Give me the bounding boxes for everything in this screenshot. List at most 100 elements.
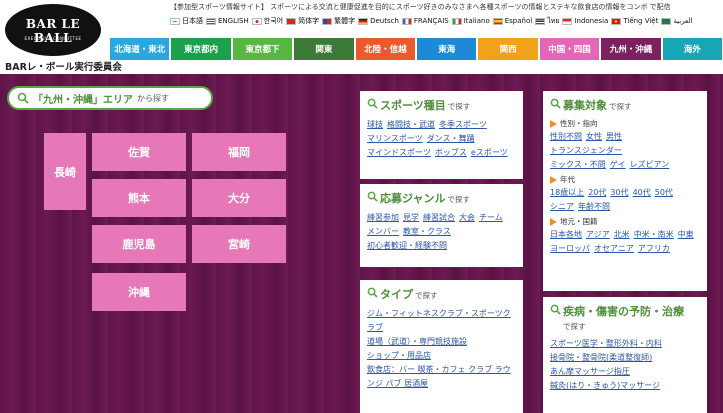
lang-italian[interactable]: Italiano — [451, 15, 490, 27]
flag-icon — [251, 17, 262, 25]
sports-link[interactable]: ダンス・舞踊 — [427, 134, 475, 143]
sports-links: 球技 格闘技・武道 冬季スポーツ マリンスポーツ ダンス・舞踊 マインドスポーツ ボッブ… — [367, 118, 516, 160]
region-tab-kanto[interactable]: 関東 — [294, 38, 354, 60]
sports-link[interactable]: 球技 — [367, 120, 383, 129]
lang-vietnamese[interactable]: Tiếng Việt — [611, 15, 658, 27]
target-link[interactable]: アジア — [586, 230, 610, 239]
target-link[interactable]: ゲイ — [610, 160, 626, 169]
genre-link[interactable]: メンバー — [367, 227, 399, 236]
card-title-highlight: スポーツ種目 — [380, 99, 446, 112]
illness-link[interactable]: スポーツ医学・整形外科・内科 — [550, 339, 662, 348]
region-tab-tokai[interactable]: 東海 — [417, 38, 477, 60]
subheading-label: 地元・国籍 — [560, 217, 598, 226]
pref-button-fukuoka[interactable]: 福岡 — [192, 133, 286, 171]
genre-link[interactable]: 練習参加 — [367, 213, 399, 222]
illness-card: 疾病・傷害の予防・治療 で探す スポーツ医学・整形外科・内科 接骨院・整骨院(柔… — [543, 297, 707, 413]
target-link[interactable]: シニア — [550, 202, 574, 211]
type-link[interactable]: ショップ・用品店 — [367, 351, 431, 360]
genre-link[interactable]: 教室・クラス — [403, 227, 451, 236]
genre-link[interactable]: 見学 — [403, 213, 419, 222]
pref-button-saga[interactable]: 佐賀 — [92, 133, 186, 171]
sports-link[interactable]: マリンスポーツ — [367, 134, 423, 143]
illness-link[interactable]: 鍼灸(はり・きゅう)マッサージ — [550, 381, 660, 390]
flag-icon — [206, 17, 216, 25]
target-link[interactable]: 中米・南米 — [634, 230, 674, 239]
genre-link[interactable]: 大会 — [459, 213, 475, 222]
sports-link[interactable]: ボッブス — [435, 148, 467, 157]
genre-link[interactable]: 練習試合 — [423, 213, 455, 222]
target-link[interactable]: 40代 — [633, 188, 651, 197]
sports-link[interactable]: 冬季スポーツ — [439, 120, 487, 129]
type-link[interactable]: 飲食店：バー 喫茶・カフェ クラブ ラウンジ パブ 居酒屋 — [367, 365, 511, 388]
target-link[interactable]: ミックス・不問 — [550, 160, 606, 169]
lang-indonesian[interactable]: Indonesia — [562, 15, 608, 27]
pref-button-oita[interactable]: 大分 — [192, 179, 286, 217]
lang-thai[interactable]: ไทย — [535, 15, 559, 27]
sports-link[interactable]: 格闘技・武道 — [387, 120, 435, 129]
region-tab-kansai[interactable]: 関西 — [478, 38, 538, 60]
genre-link[interactable]: 初心者歓迎・経験不問 — [367, 241, 447, 250]
region-tab-tokyo-central[interactable]: 東京都内 — [171, 38, 231, 60]
illness-link[interactable]: 接骨院・整骨院(柔道整復師) — [550, 353, 652, 362]
site-logo[interactable]: BAR LE BALL EXECUTIVE COMMITTEE — [5, 4, 101, 56]
target-card: 募集対象 で探す 性別・指向 性別不問 女性 男性 トランスジェンダー ミックス・不… — [543, 91, 707, 291]
type-link[interactable]: ジム・フィットネスクラブ・スポーツクラブ — [367, 309, 511, 332]
lang-french[interactable]: FRANÇAIS — [401, 15, 449, 27]
lang-arabic[interactable]: العربية — [661, 15, 693, 27]
lang-label: ENGLISH — [218, 17, 249, 25]
card-title-tail: で探す — [563, 322, 586, 331]
target-link[interactable]: 50代 — [655, 188, 673, 197]
illness-link[interactable]: あん摩マッサージ指圧 — [550, 367, 630, 376]
pref-button-miyazaki[interactable]: 宮崎 — [192, 225, 286, 263]
genre-link[interactable]: チーム — [479, 213, 503, 222]
target-link[interactable]: 中東 — [678, 230, 694, 239]
target-link[interactable]: 18歳以上 — [550, 188, 584, 197]
target-link[interactable]: 女性 — [586, 132, 602, 141]
card-title-tail: で探す — [415, 291, 438, 300]
pref-button-kumamoto[interactable]: 熊本 — [92, 179, 186, 217]
target-link[interactable]: レズビアン — [630, 160, 670, 169]
target-link[interactable]: 男性 — [606, 132, 622, 141]
lang-label: Italiano — [463, 17, 490, 25]
sports-link[interactable]: eスポーツ — [471, 148, 508, 157]
target-link[interactable]: オセアニア — [594, 244, 634, 253]
lang-label: 한국어 — [263, 17, 284, 25]
target-links-region: 日本各地 アジア 北米 中米・南米 中東 ヨーロッパ オセアニア アフリカ — [550, 228, 700, 256]
lang-german[interactable]: Deutsch — [358, 15, 399, 27]
lang-spanish[interactable]: Español — [492, 15, 532, 27]
region-tab-hokuriku-shinetsu[interactable]: 北陸・信越 — [355, 38, 416, 60]
pref-button-nagasaki[interactable]: 長崎 — [44, 133, 86, 210]
card-title-tail: で探す — [447, 102, 471, 111]
lang-traditional-chinese[interactable]: 繁體字 — [322, 15, 355, 27]
sports-link[interactable]: マインドスポーツ — [367, 148, 431, 157]
type-link[interactable]: 道場（武道）・専門競技施設 — [367, 337, 467, 346]
target-link[interactable]: トランスジェンダー — [550, 146, 622, 155]
lang-english[interactable]: ENGLISH — [206, 15, 249, 27]
target-link[interactable]: アフリカ — [638, 244, 670, 253]
target-link[interactable]: 北米 — [614, 230, 630, 239]
pref-button-okinawa[interactable]: 沖縄 — [92, 273, 186, 311]
sports-card-title: スポーツ種目 で探す — [367, 97, 516, 113]
target-card-title: 募集対象 で探す — [550, 97, 700, 113]
target-link[interactable]: 20代 — [588, 188, 606, 197]
lang-japanese[interactable]: 日本語 — [170, 15, 203, 27]
arrow-right-icon — [550, 175, 557, 184]
region-tab-overseas[interactable]: 海外 — [662, 38, 723, 60]
flag-icon — [286, 17, 297, 25]
pref-button-kagoshima[interactable]: 鹿児島 — [92, 225, 186, 263]
lang-simplified-chinese[interactable]: 简体字 — [286, 15, 319, 27]
genre-links: 練習参加 見学 練習試合 大会 チーム メンバー 教室・クラス 初心者歓迎・経験不問 — [367, 211, 516, 253]
region-tab-hokkaido-tohoku[interactable]: 北海道・東北 — [110, 38, 170, 60]
target-link[interactable]: 年齢不問 — [578, 202, 610, 211]
region-tab-chugoku-shikoku[interactable]: 中国・四国 — [539, 38, 600, 60]
lang-label: Deutsch — [370, 17, 399, 25]
region-tab-kyushu-okinawa[interactable]: 九州・沖縄 — [601, 38, 661, 60]
search-icon — [550, 304, 561, 318]
illness-links: スポーツ医学・整形外科・内科 接骨院・整骨院(柔道整復師) あん摩マッサージ指圧… — [550, 337, 700, 393]
target-link[interactable]: 日本各地 — [550, 230, 582, 239]
region-tab-tokyo-suburbs[interactable]: 東京都下 — [232, 38, 293, 60]
lang-korean[interactable]: 한국어 — [251, 15, 284, 27]
target-link[interactable]: 30代 — [610, 188, 628, 197]
target-link[interactable]: ヨーロッパ — [550, 244, 590, 253]
target-link[interactable]: 性別不問 — [550, 132, 582, 141]
